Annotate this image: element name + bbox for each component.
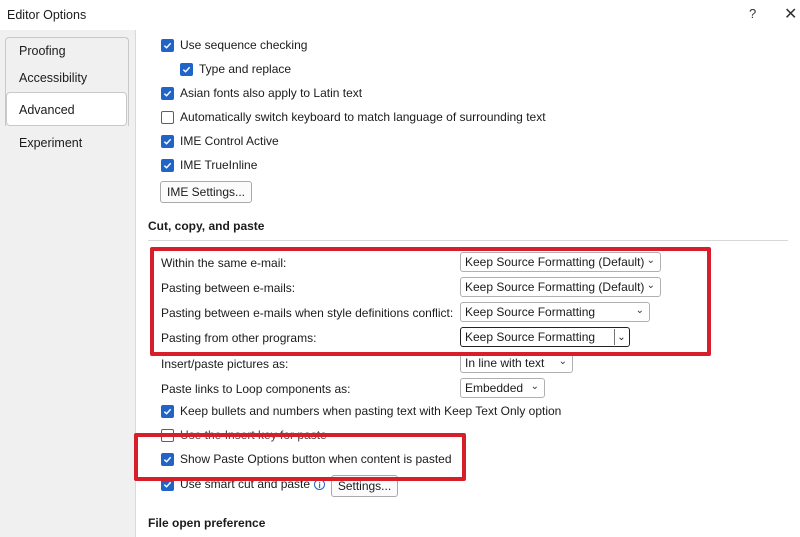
select-insert-pictures[interactable]: In line with text ⌄ [460, 353, 573, 373]
option-type-and-replace[interactable]: Type and replace [180, 62, 291, 76]
option-label: Asian fonts also apply to Latin text [180, 86, 363, 100]
checkbox-checked[interactable] [161, 86, 174, 100]
sidebar-item-accessibility[interactable]: Accessibility [19, 71, 87, 85]
divider [148, 240, 788, 241]
chevron-down-icon: ⌄ [530, 381, 539, 392]
title-bar: Editor Options ? ✕ [0, 0, 800, 30]
highlight-box-paste-settings [150, 247, 711, 356]
option-sequence-checking[interactable]: Use sequence checking [161, 38, 307, 52]
checkbox-checked[interactable] [180, 62, 193, 76]
highlight-box-paste-options [134, 433, 466, 481]
sidebar-item-advanced[interactable]: Advanced [6, 92, 127, 126]
option-keep-bullets[interactable]: Keep bullets and numbers when pasting te… [161, 404, 561, 418]
option-ime-trueinline[interactable]: IME TrueInline [161, 158, 257, 172]
ime-settings-button[interactable]: IME Settings... [160, 181, 252, 203]
checkbox-checked[interactable] [161, 404, 174, 418]
chevron-down-icon: ⌄ [558, 356, 567, 367]
option-label: Keep bullets and numbers when pasting te… [180, 404, 562, 418]
option-label: IME Control Active [180, 134, 279, 148]
select-value: Embedded [465, 381, 524, 395]
help-icon[interactable]: ? [749, 6, 756, 21]
checkbox-checked[interactable] [161, 38, 174, 52]
label-insert-pictures: Insert/paste pictures as: [161, 357, 289, 371]
select-loop-components[interactable]: Embedded ⌄ [460, 378, 545, 398]
option-label: Type and replace [199, 62, 292, 76]
sidebar-item-advanced-label: Advanced [19, 103, 75, 117]
sidebar-item-experiment[interactable]: Experiment [19, 136, 82, 150]
label-loop-components: Paste links to Loop components as: [161, 382, 351, 396]
checkbox-unchecked[interactable] [161, 110, 174, 124]
sidebar-item-proofing[interactable]: Proofing [19, 44, 66, 58]
option-asian-fonts-latin[interactable]: Asian fonts also apply to Latin text [161, 86, 362, 100]
section-heading-file-open: File open preference [148, 516, 266, 530]
option-label: Automatically switch keyboard to match l… [180, 110, 546, 124]
section-heading-cut-copy-paste: Cut, copy, and paste [148, 219, 265, 233]
option-label: Use sequence checking [180, 38, 308, 52]
checkbox-checked[interactable] [161, 134, 174, 148]
window-title: Editor Options [7, 8, 87, 22]
close-icon[interactable]: ✕ [784, 4, 797, 24]
option-ime-control-active[interactable]: IME Control Active [161, 134, 279, 148]
option-label: IME TrueInline [180, 158, 258, 172]
checkbox-checked[interactable] [161, 158, 174, 172]
option-auto-switch-keyboard[interactable]: Automatically switch keyboard to match l… [161, 110, 546, 124]
select-value: In line with text [465, 356, 545, 370]
